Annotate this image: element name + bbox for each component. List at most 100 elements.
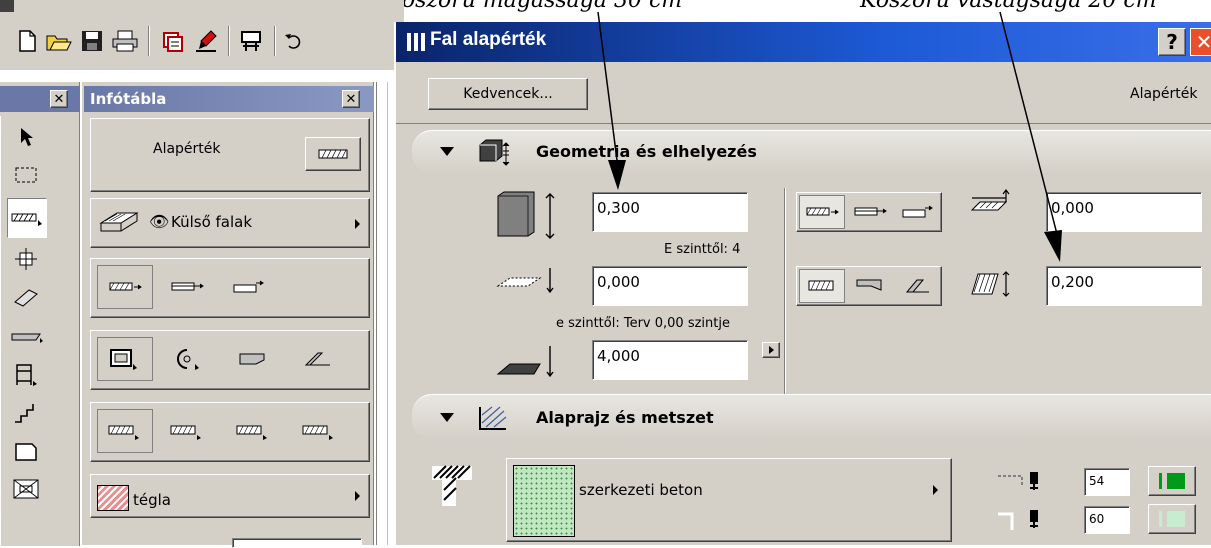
slanted-wall-button[interactable] (289, 337, 345, 381)
refline-center-button[interactable] (159, 265, 215, 309)
canvas-strip (376, 82, 394, 545)
collapse-triangle-icon[interactable] (440, 413, 454, 422)
fill-pen-input[interactable]: 60 (1084, 506, 1130, 534)
wall-thickness-icon (971, 271, 1010, 297)
plotter-icon[interactable] (236, 28, 266, 54)
floorplan-section-title: Alaprajz és metszet (536, 408, 714, 427)
fill-name-label: szerkezeti beton (579, 481, 703, 499)
geometry-section-icon (479, 139, 510, 166)
from-story-label: E szinttől: 4 (664, 242, 741, 257)
slanted-profile-button[interactable] (895, 269, 941, 303)
print-icon[interactable] (110, 28, 140, 54)
refline-button-group (796, 192, 942, 232)
close-icon[interactable]: ✕ (1190, 28, 1211, 56)
wall-default-dialog: Fal alapérték ? ✕ Kedvencek... Alapérték… (394, 22, 1211, 545)
marquee-tool-icon[interactable] (11, 158, 41, 192)
layer-dropdown-arrow-icon (355, 219, 360, 229)
wall-type-button-group (796, 266, 942, 306)
geometry-method-panel (90, 330, 370, 390)
refline-offset-input[interactable]: 0,000 (1046, 192, 1202, 232)
material-dropdown-arrow-icon (355, 491, 360, 501)
wall-tool-title-icon (407, 33, 425, 51)
wall-tool-icon[interactable] (7, 198, 47, 238)
base-offset-input[interactable]: 0,000 (592, 266, 748, 306)
toolbox-body (0, 116, 80, 546)
rotated-rectangle-wall-button[interactable] (291, 409, 347, 453)
cut-line-pen-icon (998, 472, 1038, 490)
curved-wall-button[interactable] (159, 337, 215, 381)
floorplan-section-icon (479, 406, 507, 430)
floorplan-section-header[interactable]: Alaprajz és metszet (412, 394, 1211, 440)
story-link-button[interactable] (762, 342, 780, 358)
reference-line-panel (90, 258, 370, 318)
fill-dropdown-arrow-icon (933, 485, 938, 495)
slab-tool-icon[interactable] (7, 318, 47, 354)
material-label: tégla (133, 491, 171, 509)
cut-line-pen-color-button[interactable] (1148, 466, 1196, 496)
dialog-refline-center-button[interactable] (847, 195, 893, 229)
collapse-triangle-icon[interactable] (440, 147, 454, 156)
single-wall-button[interactable] (97, 409, 153, 453)
toolbox-close-icon[interactable]: ✕ (50, 90, 68, 108)
infobox-palette: Infótábla ✕ Alapérték 👁 Külső falak tégl… (82, 82, 374, 548)
toolbar-separator (148, 26, 150, 56)
publish-icon[interactable] (158, 28, 188, 54)
wall-height-icon (497, 191, 555, 239)
cut-line-pen-input[interactable]: 54 (1084, 468, 1130, 496)
geometry-divider (784, 188, 786, 400)
chained-wall-button[interactable] (159, 409, 215, 453)
object-tool-icon[interactable] (11, 356, 41, 392)
trapezoid-wall-button[interactable] (225, 337, 281, 381)
brick-swatch-icon (97, 485, 129, 511)
toolbox-palette: ✕ (0, 82, 80, 546)
wall-thickness-input[interactable]: 0,200 (1046, 266, 1202, 306)
arrow-tool-icon[interactable] (11, 120, 41, 154)
window-tool-icon[interactable] (11, 434, 41, 468)
save-icon[interactable] (78, 28, 106, 54)
geometry-section-title: Geometria és elhelyezés (536, 142, 757, 161)
infobox-title: Infótábla (90, 90, 167, 108)
refline-offset-icon (970, 189, 1010, 211)
column-tool-icon[interactable] (11, 242, 41, 276)
help-button[interactable]: ? (1158, 28, 1186, 56)
infobox-titlebar: Infótábla ✕ (84, 86, 374, 112)
layer-label: Külső falak (171, 213, 253, 231)
toolbar-separator (228, 26, 230, 56)
reference-height-input[interactable]: 4,000 (592, 340, 748, 380)
beam-tool-icon[interactable] (11, 280, 41, 314)
refline-inside-button[interactable] (221, 265, 277, 309)
infobox-close-icon[interactable]: ✕ (342, 90, 360, 108)
fill-selector[interactable]: szerkezeti beton (506, 458, 952, 542)
pen-icon[interactable] (192, 28, 222, 54)
toolbar-separator (274, 26, 276, 56)
reference-height-icon (496, 346, 554, 378)
app-icon (0, 0, 14, 12)
eye-icon: 👁 (149, 212, 170, 231)
infobox-default-wall-button[interactable] (305, 137, 361, 171)
cut-fill-icon (432, 465, 472, 506)
straight-profile-button[interactable] (799, 269, 845, 303)
straight-wall-button[interactable] (97, 337, 153, 381)
toolbox-titlebar (0, 86, 80, 112)
refline-outside-button[interactable] (97, 265, 153, 309)
dialog-refline-inside-button[interactable] (895, 195, 941, 229)
fill-pen-color-button[interactable] (1148, 504, 1196, 534)
favorites-button[interactable]: Kedvencek... (428, 78, 588, 110)
stair-tool-icon[interactable] (11, 396, 41, 430)
undo-icon[interactable] (280, 28, 308, 54)
dialog-header-bar: Kedvencek... Alapérték (396, 62, 1211, 124)
new-file-icon[interactable] (14, 28, 40, 54)
layer-selector[interactable]: 👁 Külső falak (90, 198, 370, 248)
dialog-refline-outside-button[interactable] (799, 195, 845, 229)
roof-tool-icon[interactable] (11, 472, 41, 506)
annotation-thickness: Koszorú vastagsága 20 cm (860, 0, 1157, 13)
geometry-section-header[interactable]: Geometria és elhelyezés (412, 130, 1211, 174)
rectangle-wall-button[interactable] (225, 409, 281, 453)
open-folder-icon[interactable] (44, 28, 74, 54)
main-toolbar (0, 0, 404, 70)
material-selector[interactable]: tégla (90, 474, 370, 518)
wall-height-input[interactable]: 0,300 (592, 192, 748, 232)
concrete-swatch-icon (513, 465, 575, 537)
trapezoid-profile-button[interactable] (847, 269, 893, 303)
infobox-default-panel: Alapérték (90, 118, 370, 192)
